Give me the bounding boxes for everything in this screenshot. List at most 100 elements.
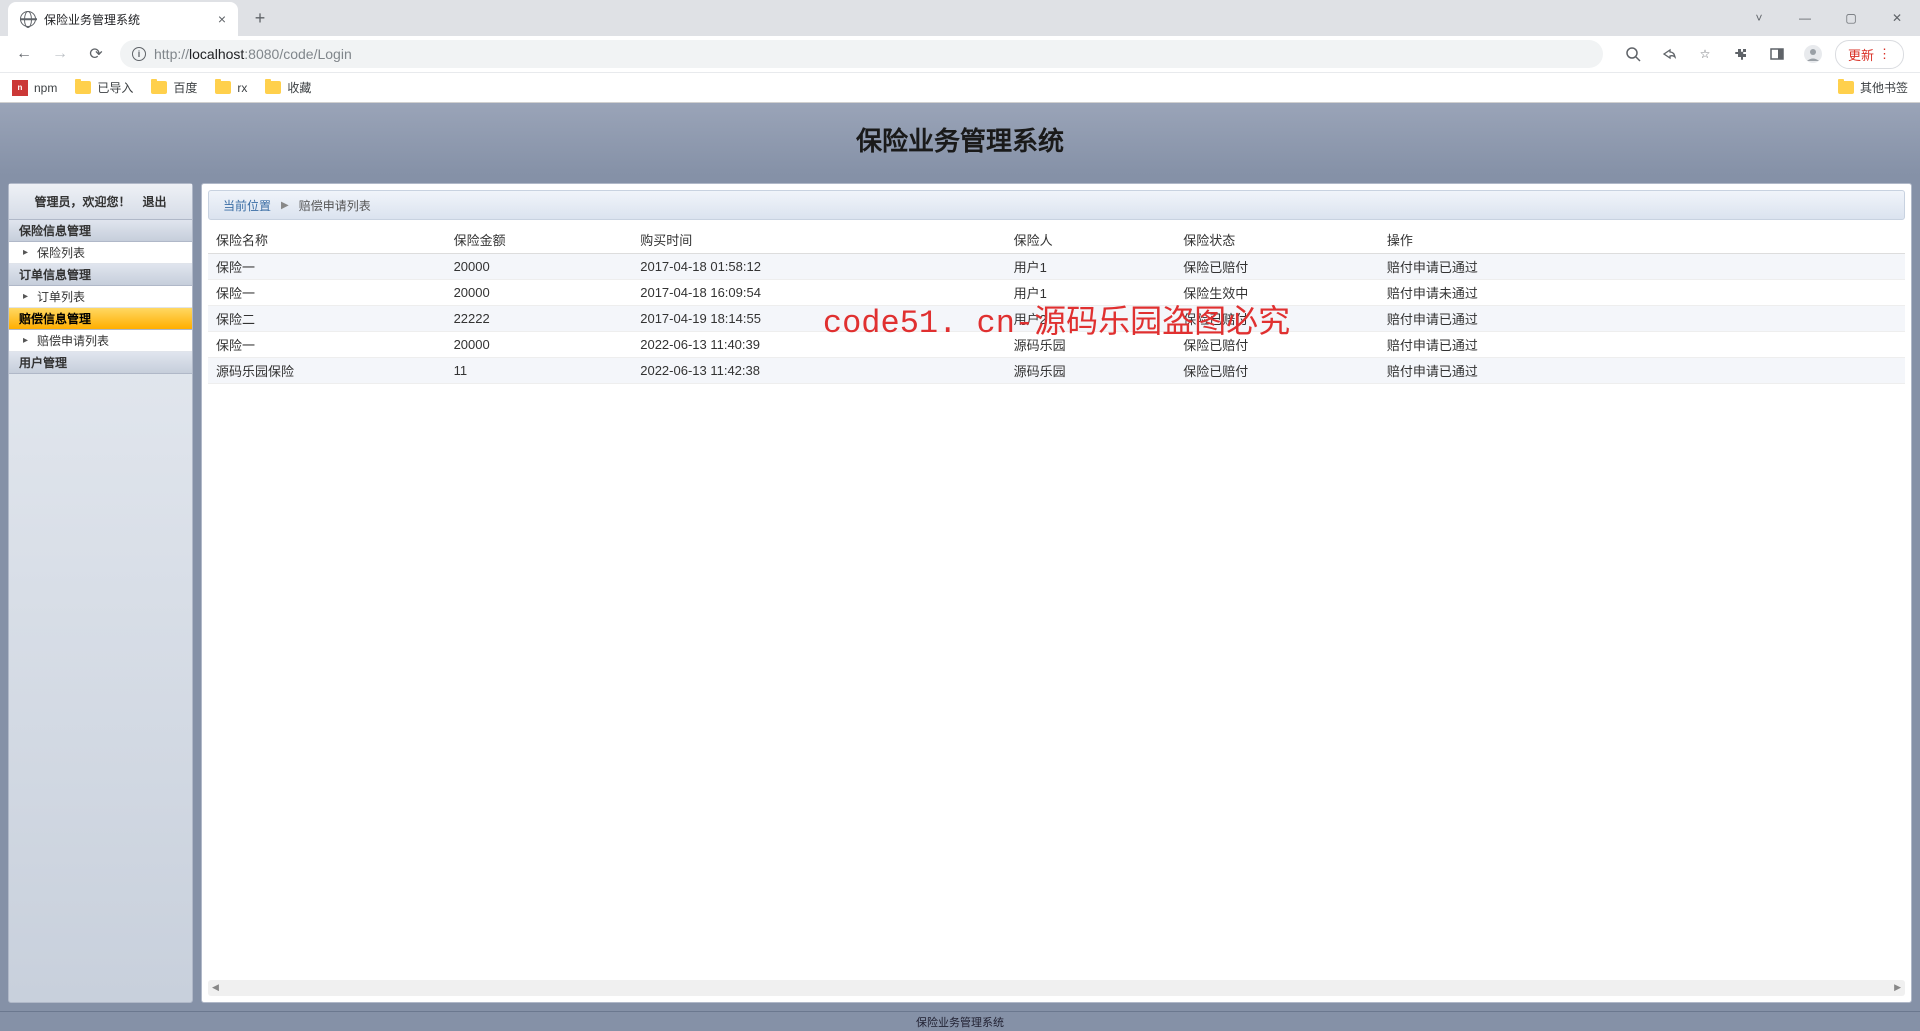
- cell-status: 保险已赔付: [1175, 332, 1379, 358]
- folder-icon: [265, 81, 281, 94]
- welcome-text: 管理员，欢迎您！: [34, 193, 130, 210]
- page-header: 保险业务管理系统: [0, 103, 1920, 175]
- folder-icon: [75, 81, 91, 94]
- maximize-button[interactable]: ▢: [1828, 0, 1874, 36]
- cell-action: 赔付申请已通过: [1379, 254, 1905, 280]
- cell-buy_time: 2022-06-13 11:40:39: [632, 332, 1005, 358]
- cell-action: 赔付申请已通过: [1379, 332, 1905, 358]
- minimize-button[interactable]: —: [1782, 0, 1828, 36]
- sidebar-item-order-list[interactable]: 订单列表: [9, 286, 192, 308]
- cell-status: 保险已赔付: [1175, 254, 1379, 280]
- cell-name: 保险一: [208, 332, 446, 358]
- browser-tab[interactable]: 保险业务管理系统 ×: [8, 2, 238, 36]
- star-icon[interactable]: ☆: [1691, 40, 1719, 68]
- bookmark-rx[interactable]: rx: [215, 81, 247, 95]
- reload-button[interactable]: ⟳: [80, 38, 112, 70]
- claims-table: 保险名称 保险金额 购买时间 保险人 保险状态 操作 保险一200002017-…: [208, 226, 1905, 384]
- bookmark-other[interactable]: 其他书签: [1838, 79, 1908, 96]
- page-viewport: 保险业务管理系统 管理员，欢迎您！ 退出 保险信息管理 保险列表 订单信息管理 …: [0, 103, 1920, 1011]
- profile-icon[interactable]: [1799, 40, 1827, 68]
- cell-status: 保险已赔付: [1175, 306, 1379, 332]
- breadcrumb: 当前位置 ▶ 赔偿申请列表: [208, 190, 1905, 220]
- close-icon[interactable]: ×: [218, 11, 226, 27]
- folder-icon: [215, 81, 231, 94]
- folder-icon: [1838, 81, 1854, 94]
- col-amount: 保险金额: [446, 226, 633, 254]
- new-tab-button[interactable]: +: [246, 4, 274, 32]
- breadcrumb-label: 当前位置: [223, 197, 271, 214]
- address-row: ← → ⟳ i http://localhost:8080/code/Login…: [0, 36, 1920, 72]
- logout-button[interactable]: 退出: [143, 193, 167, 210]
- address-bar[interactable]: i http://localhost:8080/code/Login: [120, 40, 1603, 68]
- horizontal-scrollbar[interactable]: [208, 980, 1905, 996]
- bookmark-baidu[interactable]: 百度: [151, 79, 197, 96]
- chevron-down-icon[interactable]: ˅: [1736, 0, 1782, 36]
- cell-status: 保险生效中: [1175, 280, 1379, 306]
- cell-amount: 20000: [446, 332, 633, 358]
- cell-insured: 源码乐园: [1006, 332, 1176, 358]
- cell-amount: 20000: [446, 254, 633, 280]
- browser-chrome: 保险业务管理系统 × + ˅ — ▢ ✕ ← → ⟳ i http://loca…: [0, 0, 1920, 103]
- sidebar: 管理员，欢迎您！ 退出 保险信息管理 保险列表 订单信息管理 订单列表 赔偿信息…: [8, 183, 193, 1003]
- cell-name: 保险二: [208, 306, 446, 332]
- cell-buy_time: 2017-04-18 01:58:12: [632, 254, 1005, 280]
- sidebar-cat-insurance[interactable]: 保险信息管理: [9, 220, 192, 242]
- info-icon[interactable]: i: [132, 47, 146, 61]
- cell-buy_time: 2017-04-19 18:14:55: [632, 306, 1005, 332]
- cell-name: 源码乐园保险: [208, 358, 446, 384]
- cell-insured: 源码乐园: [1006, 358, 1176, 384]
- cell-amount: 22222: [446, 306, 633, 332]
- folder-icon: [151, 81, 167, 94]
- cell-insured: 用户1: [1006, 280, 1176, 306]
- chevron-right-icon: ▶: [281, 200, 289, 211]
- cell-insured: 用户2: [1006, 306, 1176, 332]
- update-button[interactable]: 更新⋮: [1835, 40, 1904, 69]
- cell-amount: 20000: [446, 280, 633, 306]
- cell-buy_time: 2022-06-13 11:42:38: [632, 358, 1005, 384]
- cell-action: 赔付申请已通过: [1379, 306, 1905, 332]
- table-row[interactable]: 保险一200002017-04-18 01:58:12用户1保险已赔付赔付申请已…: [208, 254, 1905, 280]
- table-row[interactable]: 保险一200002017-04-18 16:09:54用户1保险生效中赔付申请未…: [208, 280, 1905, 306]
- cell-status: 保险已赔付: [1175, 358, 1379, 384]
- window-controls: ˅ — ▢ ✕: [1736, 0, 1920, 36]
- bookmark-fav[interactable]: 收藏: [265, 79, 311, 96]
- sidebar-cat-claim[interactable]: 赔偿信息管理: [9, 308, 192, 330]
- sidebar-item-claim-list[interactable]: 赔偿申请列表: [9, 330, 192, 352]
- back-button[interactable]: ←: [8, 38, 40, 70]
- sidebar-cat-order[interactable]: 订单信息管理: [9, 264, 192, 286]
- table-row[interactable]: 源码乐园保险112022-06-13 11:42:38源码乐园保险已赔付赔付申请…: [208, 358, 1905, 384]
- close-button[interactable]: ✕: [1874, 0, 1920, 36]
- col-insured: 保险人: [1006, 226, 1176, 254]
- table-row[interactable]: 保险二222222017-04-19 18:14:55用户2保险已赔付赔付申请已…: [208, 306, 1905, 332]
- zoom-icon[interactable]: [1619, 40, 1647, 68]
- sidebar-welcome: 管理员，欢迎您！ 退出: [9, 184, 192, 220]
- tab-title: 保险业务管理系统: [44, 11, 210, 28]
- page-footer: 保险业务管理系统: [0, 1011, 1920, 1031]
- bookmark-npm[interactable]: nnpm: [12, 80, 57, 96]
- tab-strip: 保险业务管理系统 × + ˅ — ▢ ✕: [0, 0, 1920, 36]
- sidebar-item-insurance-list[interactable]: 保险列表: [9, 242, 192, 264]
- col-buytime: 购买时间: [632, 226, 1005, 254]
- page-title: 保险业务管理系统: [856, 121, 1064, 158]
- sidebar-cat-user[interactable]: 用户管理: [9, 352, 192, 374]
- table-row[interactable]: 保险一200002022-06-13 11:40:39源码乐园保险已赔付赔付申请…: [208, 332, 1905, 358]
- col-action: 操作: [1379, 226, 1905, 254]
- forward-button[interactable]: →: [44, 38, 76, 70]
- url-text: http://localhost:8080/code/Login: [154, 46, 352, 62]
- cell-name: 保险一: [208, 280, 446, 306]
- cell-action: 赔付申请未通过: [1379, 280, 1905, 306]
- cell-action: 赔付申请已通过: [1379, 358, 1905, 384]
- bookmark-imported[interactable]: 已导入: [75, 79, 133, 96]
- bookmarks-bar: nnpm 已导入 百度 rx 收藏 其他书签: [0, 72, 1920, 102]
- page-body: 管理员，欢迎您！ 退出 保险信息管理 保险列表 订单信息管理 订单列表 赔偿信息…: [0, 175, 1920, 1011]
- col-name: 保险名称: [208, 226, 446, 254]
- cell-buy_time: 2017-04-18 16:09:54: [632, 280, 1005, 306]
- col-status: 保险状态: [1175, 226, 1379, 254]
- npm-icon: n: [12, 80, 28, 96]
- cell-insured: 用户1: [1006, 254, 1176, 280]
- sidepanel-icon[interactable]: [1763, 40, 1791, 68]
- globe-icon: [20, 11, 36, 27]
- extensions-icon[interactable]: [1727, 40, 1755, 68]
- share-icon[interactable]: [1655, 40, 1683, 68]
- cell-amount: 11: [446, 358, 633, 384]
